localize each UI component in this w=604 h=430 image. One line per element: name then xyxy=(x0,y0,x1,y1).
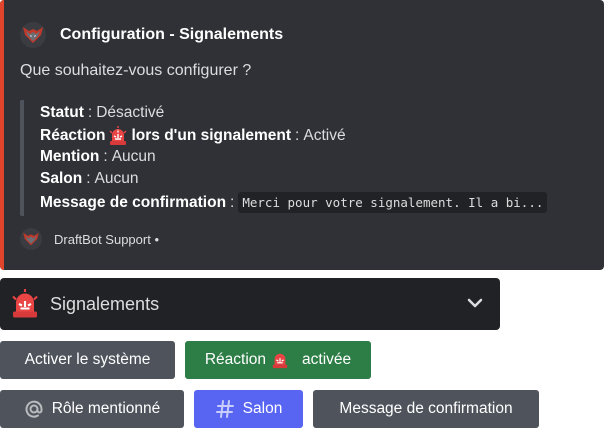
field-statut-value: Désactivé xyxy=(96,104,165,121)
message-confirmation-label: Message de confirmation xyxy=(339,400,513,417)
activer-systeme-label: Activer le système xyxy=(24,351,151,368)
field-separator: : xyxy=(230,193,235,211)
field-salon-name: Salon xyxy=(40,170,83,187)
salon-button[interactable]: Salon xyxy=(194,390,303,428)
activer-systeme-button[interactable]: Activer le système xyxy=(0,341,175,379)
rotating-light-emoji-icon xyxy=(108,126,128,146)
select-menu-signalements[interactable]: Signalements xyxy=(0,278,500,330)
reaction-button-label-after: activée xyxy=(302,351,352,368)
hash-icon xyxy=(215,399,243,419)
role-mentionne-label: Rôle mentionné xyxy=(51,400,161,417)
select-menu-label: Signalements xyxy=(50,293,160,314)
field-message-name: Message de confirmation xyxy=(40,193,227,211)
field-statut: Statut : Désactivé xyxy=(40,104,164,122)
wolf-head-logo-icon xyxy=(20,22,46,48)
embed-accent-bar xyxy=(0,0,4,270)
field-separator: : xyxy=(295,127,300,144)
field-statut-name: Statut xyxy=(40,104,84,121)
field-reaction-name-after: lors d'un signalement xyxy=(131,127,292,144)
salon-label: Salon xyxy=(242,400,283,417)
embed-footer: DraftBot Support • xyxy=(20,228,159,250)
field-salon: Salon : Aucun xyxy=(40,170,138,188)
reaction-activee-button[interactable]: Réaction activée xyxy=(185,341,371,379)
field-salon-value: Aucun xyxy=(94,170,139,187)
field-separator: : xyxy=(86,170,91,187)
role-mentionne-button[interactable]: Rôle mentionné xyxy=(0,390,184,428)
field-separator: : xyxy=(87,104,93,121)
field-mention-value: Aucun xyxy=(111,148,156,165)
embed: Configuration - Signalements Que souhait… xyxy=(0,0,604,270)
chevron-down-icon[interactable] xyxy=(466,294,484,317)
field-message: Message de confirmation : Merci pour vot… xyxy=(40,192,548,213)
embed-blockquote: Statut : Désactivé Réaction lors d'un si… xyxy=(20,100,584,216)
field-separator: : xyxy=(103,148,108,165)
rotating-light-emoji-icon xyxy=(10,289,40,319)
embed-description: Que souhaitez-vous configurer ? xyxy=(20,62,252,79)
message-confirmation-button[interactable]: Message de confirmation xyxy=(313,390,539,428)
field-message-value: Merci pour votre signalement. Il a bi... xyxy=(238,192,548,213)
rotating-light-emoji-icon xyxy=(271,351,297,369)
field-reaction-value: Activé xyxy=(303,127,346,144)
at-sign-icon xyxy=(24,399,52,419)
footer-text: DraftBot Support • xyxy=(54,231,159,247)
embed-author: Configuration - Signalements xyxy=(20,22,283,48)
field-mention: Mention : Aucun xyxy=(40,148,156,166)
reaction-button-label-before: Réaction xyxy=(204,351,267,368)
field-reaction: Réaction lors d'un signalement : Activé xyxy=(40,126,346,146)
field-reaction-name-before: Réaction xyxy=(40,127,106,144)
wolf-head-logo-icon xyxy=(20,228,42,250)
embed-title: Configuration - Signalements xyxy=(60,26,284,43)
field-mention-name: Mention xyxy=(40,148,100,165)
